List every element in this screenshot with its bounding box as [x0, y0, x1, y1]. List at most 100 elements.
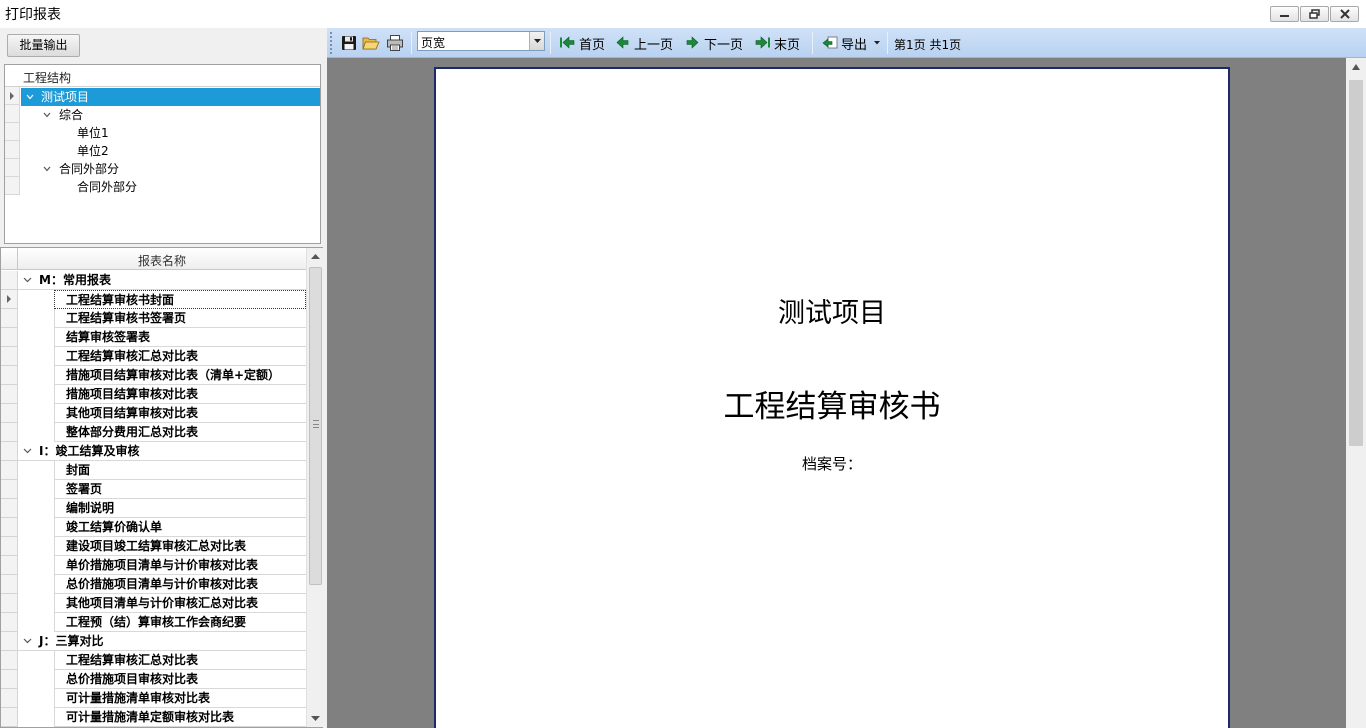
report-item[interactable]: 工程结算审核书封面 [1, 290, 306, 309]
tree-node-summary[interactable]: 综合 [21, 106, 320, 124]
row-indicator [5, 87, 20, 105]
save-icon[interactable] [340, 34, 358, 52]
report-item[interactable]: 编制说明 [1, 499, 306, 518]
scrollbar-thumb[interactable] [1349, 80, 1363, 446]
tree-node-extra-contract[interactable]: 合同外部分 [21, 160, 320, 178]
next-page-button[interactable]: 下一页 [704, 34, 743, 53]
scroll-up-arrow-icon [1352, 64, 1360, 70]
row-indicator [5, 141, 20, 159]
zoom-dropdown-button[interactable] [529, 32, 544, 50]
scrollbar-grip-icon [313, 420, 319, 428]
scroll-up-button[interactable] [307, 248, 324, 265]
tree-node-label: 综合 [59, 108, 84, 122]
current-row-arrow-icon [10, 92, 14, 100]
report-group-i[interactable]: I：竣工结算及审核 [1, 442, 306, 461]
row-indicator [5, 105, 20, 123]
row-indicator [1, 670, 18, 689]
row-indicator [1, 689, 18, 708]
report-item[interactable]: 工程预（结）算审核工作会商纪要 [1, 613, 306, 632]
report-item-label: 封面 [54, 461, 306, 480]
report-list-scrollbar[interactable] [306, 248, 323, 727]
row-indicator [1, 518, 18, 537]
report-item[interactable]: 整体部分费用汇总对比表 [1, 423, 306, 442]
report-item[interactable]: 结算审核签署表 [1, 328, 306, 347]
toolbar-grip[interactable] [330, 32, 334, 54]
open-folder-icon[interactable] [362, 34, 380, 52]
left-panel: 批量输出 工程结构 测试项目 综合 单位1 单位2 合同外部分 合同外部分 报表… [0, 28, 327, 728]
tree-node-project[interactable]: 测试项目 [21, 88, 320, 106]
report-item[interactable]: 措施项目结算审核对比表 [1, 385, 306, 404]
report-item[interactable]: 建设项目竣工结算审核汇总对比表 [1, 537, 306, 556]
next-page-icon[interactable] [685, 36, 699, 49]
toolbar-separator [550, 32, 551, 54]
export-icon[interactable] [822, 36, 838, 50]
chevron-down-icon[interactable] [26, 93, 34, 101]
report-item-label: 结算审核签署表 [54, 328, 306, 347]
restore-button[interactable] [1300, 6, 1329, 22]
report-item[interactable]: 措施项目结算审核对比表（清单+定额） [1, 366, 306, 385]
report-item-label: 工程结算审核汇总对比表 [54, 651, 306, 670]
row-indicator [1, 708, 18, 727]
report-list-panel: 报表名称 M：常用报表 工程结算审核书封面 工程结算审核书签署页 结算审核签署表 [0, 247, 323, 728]
report-item[interactable]: 工程结算审核汇总对比表 [1, 347, 306, 366]
report-item[interactable]: 封面 [1, 461, 306, 480]
tree-node-label: 测试项目 [41, 90, 90, 104]
report-item[interactable]: 可计量措施清单审核对比表 [1, 689, 306, 708]
close-button[interactable] [1330, 6, 1359, 22]
print-report-window: 打印报表 批量输出 工程结构 测试项目 综合 单位1 单位2 合同外部分 合同外… [0, 0, 1366, 728]
report-preview-area[interactable]: 测试项目 工程结算审核书 档案号： [327, 58, 1366, 728]
report-group-m[interactable]: M：常用报表 [1, 271, 306, 290]
report-item[interactable]: 总价措施项目审核对比表 [1, 670, 306, 689]
tree-node-extra-contract-child[interactable]: 合同外部分 [21, 178, 320, 196]
report-item[interactable]: 工程结算审核书签署页 [1, 309, 306, 328]
previous-page-icon[interactable] [616, 36, 630, 49]
project-structure-tree: 工程结构 测试项目 综合 单位1 单位2 合同外部分 合同外部分 [4, 64, 321, 244]
row-indicator [1, 594, 18, 613]
batch-output-button[interactable]: 批量输出 [7, 34, 80, 57]
report-group-label: I：竣工结算及审核 [39, 444, 140, 458]
row-indicator [1, 347, 18, 366]
export-button[interactable]: 导出 [841, 34, 867, 53]
preview-page: 测试项目 工程结算审核书 档案号： [434, 67, 1230, 728]
report-item[interactable]: 签署页 [1, 480, 306, 499]
report-item[interactable]: 其他项目清单与计价审核汇总对比表 [1, 594, 306, 613]
report-item-label: 其他项目结算审核对比表 [54, 404, 306, 423]
document-title: 工程结算审核书 [723, 389, 941, 425]
report-item[interactable]: 工程结算审核汇总对比表 [1, 651, 306, 670]
first-page-button[interactable]: 首页 [579, 34, 605, 53]
report-group-j[interactable]: J：三算对比 [1, 632, 306, 651]
row-indicator [1, 423, 18, 442]
report-item[interactable]: 竣工结算价确认单 [1, 518, 306, 537]
chevron-down-icon[interactable] [43, 165, 51, 173]
print-icon[interactable] [386, 34, 404, 52]
scrollbar-thumb[interactable] [309, 267, 322, 585]
minimize-button[interactable] [1270, 6, 1299, 22]
scroll-up-button[interactable] [1346, 58, 1366, 76]
tree-node-unit1[interactable]: 单位1 [21, 124, 320, 142]
last-page-button[interactable]: 末页 [774, 34, 800, 53]
page-info: 第1页 共1页 [894, 38, 962, 52]
chevron-down-icon[interactable] [43, 111, 51, 119]
tree-node-unit2[interactable]: 单位2 [21, 142, 320, 160]
zoom-select[interactable]: 页宽 [417, 31, 545, 51]
export-dropdown-icon[interactable] [873, 40, 881, 46]
previous-page-button[interactable]: 上一页 [634, 34, 673, 53]
preview-scrollbar[interactable] [1346, 58, 1366, 728]
row-indicator [5, 177, 20, 195]
report-item[interactable]: 单价措施项目清单与计价审核对比表 [1, 556, 306, 575]
tree-node-label: 单位1 [77, 126, 109, 140]
tree-node-label: 合同外部分 [77, 180, 138, 194]
report-item[interactable]: 可计量措施清单定额审核对比表 [1, 708, 306, 727]
row-indicator [1, 575, 18, 594]
row-indicator [1, 366, 18, 385]
report-item-label: 工程结算审核汇总对比表 [54, 347, 306, 366]
report-item-label: 工程结算审核书签署页 [54, 309, 306, 328]
report-name-column-header[interactable]: 报表名称 [18, 252, 306, 269]
last-page-icon[interactable] [755, 36, 771, 49]
report-item[interactable]: 其他项目结算审核对比表 [1, 404, 306, 423]
row-indicator [1, 537, 18, 556]
first-page-icon[interactable] [559, 36, 575, 49]
report-item-label: 工程预（结）算审核工作会商纪要 [54, 613, 306, 632]
scroll-down-button[interactable] [307, 710, 324, 727]
report-item[interactable]: 总价措施项目清单与计价审核对比表 [1, 575, 306, 594]
